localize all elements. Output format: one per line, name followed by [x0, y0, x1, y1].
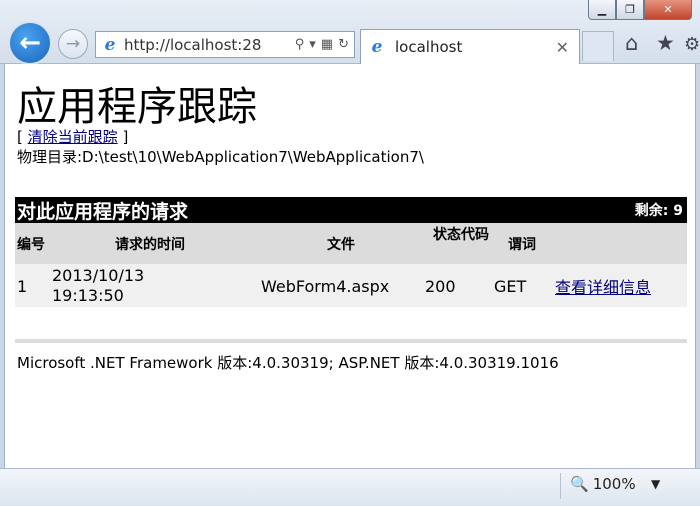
browser-toolbar: ▁ ❐ ✕ ← → e http://localhost:28 ⚲ ▾ ▦ ↻ …: [0, 0, 700, 65]
favorites-star-icon[interactable]: ★: [656, 31, 675, 55]
maximize-button[interactable]: ❐: [616, 0, 644, 20]
bracket-close: ]: [122, 128, 129, 146]
col-file: 文件: [327, 237, 355, 253]
back-button[interactable]: ←: [8, 21, 52, 65]
tab-title: localhost: [395, 38, 463, 56]
table-row: 1 2013/10/13 19:13:50 WebForm4.aspx 200 …: [15, 264, 687, 307]
row-time: 2013/10/13 19:13:50: [52, 266, 145, 305]
tab-ie-icon: e: [371, 37, 383, 57]
settings-gear-icon[interactable]: ⚙: [684, 34, 700, 55]
clear-trace-link[interactable]: 清除当前跟踪: [28, 128, 118, 146]
col-no: 编号: [17, 237, 45, 253]
tab-localhost[interactable]: e localhost ✕: [360, 29, 580, 64]
compatibility-view-icon[interactable]: ▦: [321, 37, 333, 52]
row-no: 1: [17, 277, 28, 296]
zoom-icon: 🔍: [570, 475, 589, 493]
requests-heading: 对此应用程序的请求: [17, 200, 189, 223]
clear-trace-line: [ 清除当前跟踪 ]: [17, 126, 128, 147]
address-bar[interactable]: e http://localhost:28 ⚲ ▾ ▦ ↻: [95, 31, 355, 58]
status-bar: 🔍 100% ▼: [0, 468, 700, 506]
forward-button[interactable]: →: [58, 29, 88, 59]
row-status: 200: [425, 277, 456, 296]
row-verb: GET: [494, 277, 527, 296]
zoom-dropdown-icon[interactable]: ▼: [651, 477, 660, 491]
zoom-control[interactable]: 🔍 100%: [570, 475, 636, 493]
bracket-open: [: [17, 128, 23, 146]
remaining-count: 剩余: 9: [634, 203, 683, 219]
table-header: 编号 请求的时间 文件 状态代码 谓词: [15, 223, 687, 264]
view-details-link[interactable]: 查看详细信息: [555, 278, 651, 297]
page-title: 应用程序跟踪: [17, 84, 257, 130]
col-time: 请求的时间: [115, 237, 185, 253]
window-controls: ▁ ❐ ✕: [588, 0, 692, 20]
zoom-level: 100%: [592, 475, 636, 493]
status-divider: [560, 473, 561, 499]
new-tab-button[interactable]: [582, 31, 614, 61]
requests-header: 对此应用程序的请求 剩余: 9: [15, 197, 687, 223]
physical-directory: 物理目录:D:\test\10\WebApplication7\WebAppli…: [17, 148, 424, 166]
ie-icon: e: [104, 34, 116, 55]
address-text[interactable]: http://localhost:28: [124, 36, 295, 54]
row-file: WebForm4.aspx: [261, 277, 390, 296]
tab-close-icon[interactable]: ✕: [556, 38, 579, 57]
back-arrow-icon: ←: [19, 28, 41, 58]
minimize-button[interactable]: ▁: [588, 0, 616, 20]
col-status: 状态代码: [433, 227, 489, 243]
home-icon[interactable]: ⌂: [625, 31, 638, 55]
close-button[interactable]: ✕: [644, 0, 692, 20]
dropdown-arrow-icon[interactable]: ▾: [309, 37, 316, 52]
version-info: Microsoft .NET Framework 版本:4.0.30319; A…: [17, 354, 559, 372]
page-content: 应用程序跟踪 [ 清除当前跟踪 ] 物理目录:D:\test\10\WebApp…: [4, 64, 696, 468]
search-icon[interactable]: ⚲: [295, 37, 305, 52]
divider: [15, 339, 687, 343]
col-verb: 谓词: [508, 237, 536, 253]
forward-arrow-icon: →: [65, 34, 81, 54]
refresh-icon[interactable]: ↻: [338, 37, 349, 52]
